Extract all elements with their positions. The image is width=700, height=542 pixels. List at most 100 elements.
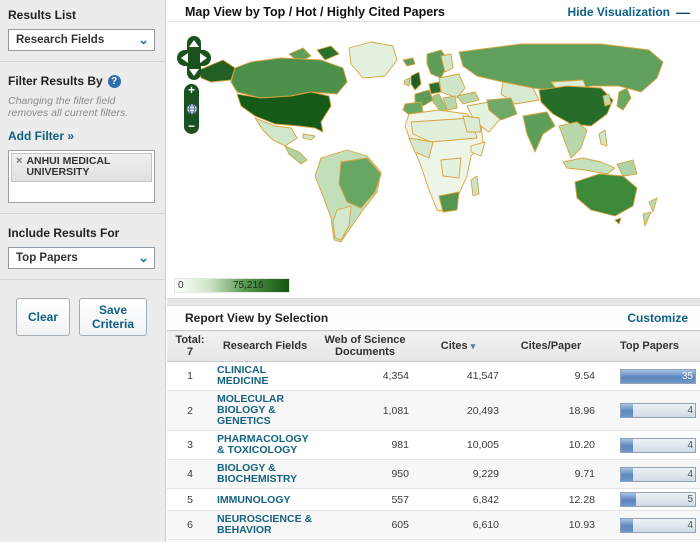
zoom-in-icon[interactable]: + — [188, 85, 195, 96]
field-link[interactable]: IMMUNOLOGY — [217, 495, 313, 506]
remove-filter-icon[interactable]: × — [16, 156, 22, 167]
region-india[interactable] — [523, 112, 555, 152]
region-east-europe[interactable] — [439, 74, 465, 98]
row-cites: 10,005 — [413, 431, 503, 460]
region-se-asia[interactable] — [559, 122, 587, 158]
report-title: Report View by Selection — [185, 311, 328, 325]
filter-chip[interactable]: × ANHUI MEDICAL UNIVERSITY — [11, 153, 152, 182]
top-papers-bar-value: 4 — [687, 520, 693, 531]
row-rank: 5 — [167, 489, 213, 511]
region-greenland[interactable] — [349, 42, 397, 78]
region-ireland[interactable] — [404, 78, 410, 86]
col-research-fields: Research Fields — [213, 331, 317, 362]
top-papers-bar-value: 4 — [687, 440, 693, 451]
help-icon[interactable]: ? — [108, 75, 121, 88]
table-row: 1 CLINICAL MEDICINE 4,354 41,547 9.54 35 — [167, 362, 700, 391]
row-rank: 2 — [167, 391, 213, 431]
region-australia[interactable] — [575, 174, 637, 216]
region-korea[interactable] — [603, 94, 611, 106]
results-list-section: Results List Research Fields ⌄ — [0, 0, 165, 62]
region-congo[interactable] — [441, 158, 461, 178]
region-iceland[interactable] — [403, 58, 415, 66]
row-rank: 3 — [167, 431, 213, 460]
col-cites-sort[interactable]: Cites ▾ — [413, 331, 503, 362]
table-row: 4 BIOLOGY & BIOCHEMISTRY 950 9,229 9.71 … — [167, 460, 700, 489]
top-papers-bar-fill — [621, 404, 633, 417]
globe-icon[interactable] — [186, 103, 198, 115]
region-papua[interactable] — [617, 160, 637, 176]
row-cites: 41,547 — [413, 362, 503, 391]
row-cites: 20,493 — [413, 391, 503, 431]
region-canada-isles2[interactable] — [317, 46, 339, 60]
region-usa[interactable] — [237, 92, 331, 132]
clear-button[interactable]: Clear — [16, 298, 70, 336]
field-link[interactable]: MOLECULAR BIOLOGY & GENETICS — [217, 394, 313, 427]
include-select[interactable]: Top Papers ⌄ — [8, 247, 155, 269]
row-docs: 1,081 — [317, 391, 413, 431]
field-link[interactable]: BIOLOGY & BIOCHEMISTRY — [217, 463, 313, 485]
table-row: 6 NEUROSCIENCE & BEHAVIOR 605 6,610 10.9… — [167, 511, 700, 540]
table-row: 2 MOLECULAR BIOLOGY & GENETICS 1,081 20,… — [167, 391, 700, 431]
hide-visualization-link[interactable]: Hide Visualization — — [568, 5, 690, 19]
row-cites-per-paper: 10.20 — [503, 431, 599, 460]
region-japan[interactable] — [617, 88, 631, 110]
region-west-africa[interactable] — [409, 138, 433, 158]
region-philippines[interactable] — [599, 130, 607, 146]
field-link[interactable]: NEUROSCIENCE & BEHAVIOR — [217, 514, 313, 536]
top-papers-bar-value: 4 — [687, 405, 693, 416]
table-row: 3 PHARMACOLOGY & TOXICOLOGY 981 10,005 1… — [167, 431, 700, 460]
row-rank: 1 — [167, 362, 213, 391]
region-tasmania[interactable] — [615, 218, 621, 224]
filter-note: Changing the filter field removes all cu… — [8, 95, 155, 119]
zoom-out-icon[interactable]: − — [188, 121, 195, 132]
sort-down-icon: ▾ — [471, 341, 476, 351]
region-indonesia[interactable] — [563, 158, 615, 174]
results-list-value: Research Fields — [16, 34, 104, 46]
add-filter-link[interactable]: Add Filter » — [8, 129, 74, 143]
top-papers-bar: 4 — [620, 467, 696, 482]
row-cites-per-paper: 12.28 — [503, 489, 599, 511]
map-title: Map View by Top / Hot / Highly Cited Pap… — [185, 5, 445, 19]
world-choropleth-map[interactable] — [171, 34, 695, 274]
actions-section: Clear Save Criteria — [0, 280, 165, 358]
region-canada[interactable] — [231, 58, 347, 98]
filter-by-heading: Filter Results By ? — [8, 74, 155, 88]
field-link[interactable]: CLINICAL MEDICINE — [217, 365, 313, 387]
customize-link[interactable]: Customize — [627, 311, 688, 325]
col-total: Total: 7 — [167, 331, 213, 362]
row-cites-per-paper: 18.96 — [503, 391, 599, 431]
chevron-down-icon: ⌄ — [138, 35, 149, 45]
results-list-heading: Results List — [8, 8, 155, 22]
top-papers-bar-fill — [621, 493, 636, 506]
results-list-select[interactable]: Research Fields ⌄ — [8, 29, 155, 51]
page: Results List Research Fields ⌄ Filter Re… — [0, 0, 700, 542]
row-docs: 981 — [317, 431, 413, 460]
map-zoom-control[interactable]: + − — [184, 84, 199, 134]
row-cites: 9,229 — [413, 460, 503, 489]
row-rank: 6 — [167, 511, 213, 540]
row-cites: 6,842 — [413, 489, 503, 511]
region-madagascar[interactable] — [471, 176, 479, 196]
row-cites-per-paper: 9.71 — [503, 460, 599, 489]
col-top-papers: Top Papers — [599, 331, 700, 362]
map-header: Map View by Top / Hot / Highly Cited Pap… — [167, 0, 700, 22]
region-germany[interactable] — [429, 82, 441, 94]
main-panel: Map View by Top / Hot / Highly Cited Pap… — [167, 0, 700, 542]
save-criteria-button[interactable]: Save Criteria — [79, 298, 147, 336]
region-central-america[interactable] — [285, 146, 307, 164]
region-uk[interactable] — [411, 72, 421, 90]
map-pan-control[interactable] — [177, 36, 211, 80]
section-divider — [167, 298, 700, 306]
minus-icon: — — [676, 8, 690, 16]
row-docs: 605 — [317, 511, 413, 540]
region-new-zealand[interactable] — [643, 198, 657, 226]
top-papers-bar-value: 35 — [682, 371, 693, 382]
field-link[interactable]: PHARMACOLOGY & TOXICOLOGY — [217, 434, 313, 456]
top-papers-bar-value: 5 — [687, 494, 693, 505]
report-table-body: 1 CLINICAL MEDICINE 4,354 41,547 9.54 35… — [167, 362, 700, 542]
row-rank: 4 — [167, 460, 213, 489]
region-south-africa[interactable] — [439, 192, 459, 212]
region-caribbean[interactable] — [303, 134, 315, 140]
filter-list-box: × ANHUI MEDICAL UNIVERSITY — [8, 150, 155, 203]
row-cites-per-paper: 9.54 — [503, 362, 599, 391]
